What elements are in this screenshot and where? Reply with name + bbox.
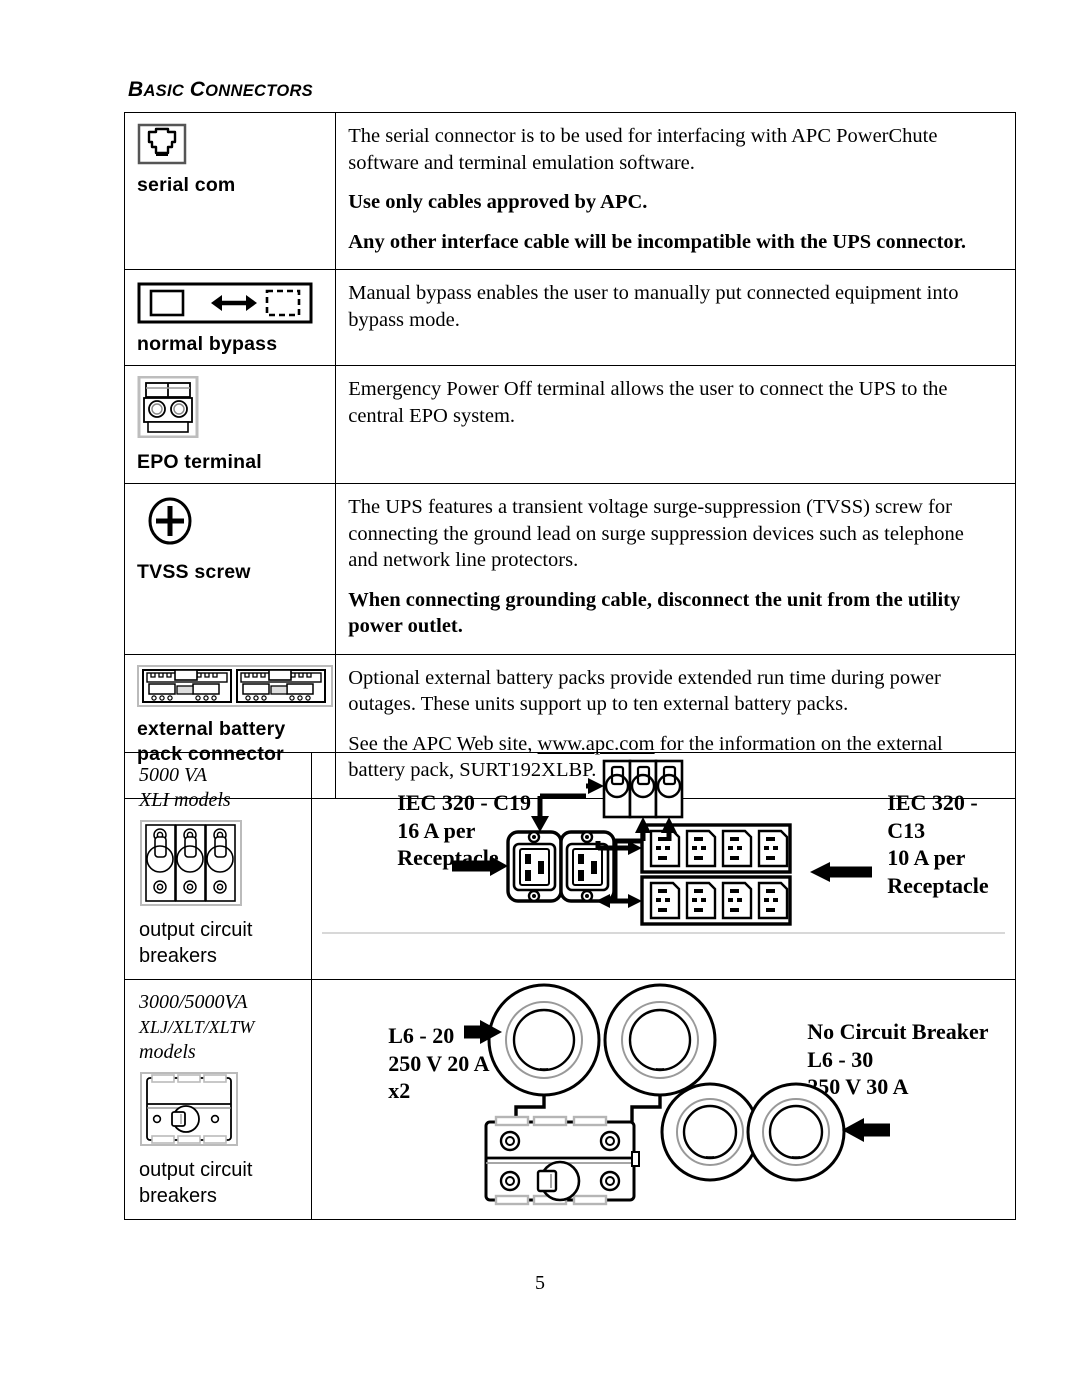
xli-output-diagram	[322, 759, 1006, 934]
model-cell: 3000/5000VA XLJ/XLT/XLTW models output c…	[123, 979, 313, 1220]
table-row: normal bypass Manual bypass enables the …	[123, 269, 1016, 366]
connector-label: serial com	[137, 174, 236, 196]
epo-terminal-icon	[137, 376, 335, 438]
description-paragraph-bold: Any other interface cable will be incomp…	[348, 230, 967, 253]
model-line: XLJ/XLT/XLTW	[139, 1017, 255, 1037]
l6-20-outlet-pair	[487, 983, 717, 1097]
description-paragraph: Manual bypass enables the user to manual…	[348, 282, 959, 331]
diagram-cell: L6 - 20 250 V 20 A x2 No Circuit Breaker…	[311, 979, 1016, 1220]
description-paragraph: The UPS features a transient voltage sur…	[348, 496, 964, 571]
tvss-screw-icon	[147, 496, 335, 546]
model-line: models	[139, 1041, 196, 1063]
connector-label: normal bypass	[137, 333, 278, 355]
table-row: 5000 VA XLI models output circuit breake…	[123, 752, 1016, 980]
document-page: BASIC CONNECTORS serial com The serial c…	[0, 0, 1080, 1388]
icon-cell: TVSS screw	[123, 483, 337, 655]
breaker-block	[602, 759, 684, 819]
diagram-cell: IEC 320 - C19 16 A per Receptacle IEC 32…	[311, 752, 1016, 980]
page-title-text: BASIC CONNECTORS	[128, 78, 313, 101]
serial-com-icon	[137, 123, 335, 165]
receptacle-diagram-table: 5000 VA XLI models output circuit breake…	[123, 752, 1016, 1220]
breaker-box	[484, 1115, 641, 1206]
description-cell: Manual bypass enables the user to manual…	[335, 269, 1016, 366]
description-cell: The serial connector is to be used for i…	[335, 112, 1016, 270]
table-row: TVSS screw The UPS features a transient …	[123, 483, 1016, 655]
l6-30-outlet-pair	[660, 1082, 846, 1182]
description-cell: Emergency Power Off terminal allows the …	[335, 365, 1016, 484]
page-number: 5	[535, 1272, 545, 1294]
description-paragraph-bold: When connecting grounding cable, disconn…	[348, 588, 961, 638]
output-circuit-breaker-single-icon	[139, 1071, 305, 1147]
breaker-caption: output circuit breakers	[139, 919, 253, 967]
description-cell: The UPS features a transient voltage sur…	[335, 483, 1016, 655]
icon-cell: serial com	[123, 112, 337, 270]
c13-receptacle-bank-bottom	[640, 875, 792, 926]
basic-connectors-table: serial com The serial connector is to be…	[123, 112, 1016, 799]
connector-label: EPO terminal	[137, 451, 262, 473]
table-row: serial com The serial connector is to be…	[123, 112, 1016, 270]
description-paragraph-bold: Use only cables approved by APC.	[348, 191, 648, 213]
xlj-xlt-output-diagram	[464, 983, 891, 1206]
page-title: BASIC CONNECTORS	[128, 78, 313, 102]
description-paragraph: The serial connector is to be used for i…	[348, 125, 938, 174]
normal-bypass-icon	[137, 282, 335, 324]
model-line: 3000/5000VA	[139, 991, 248, 1013]
table-row: 3000/5000VA XLJ/XLT/XLTW models output c…	[123, 979, 1016, 1220]
output-circuit-breakers-icon	[139, 819, 305, 907]
icon-cell: normal bypass	[123, 269, 337, 366]
external-battery-pack-connector-icon	[137, 664, 335, 707]
connector-label: TVSS screw	[137, 561, 251, 583]
table-row: EPO terminal Emergency Power Off termina…	[123, 365, 1016, 484]
description-paragraph: Optional external battery packs provide …	[348, 666, 941, 716]
breaker-caption: output circuit breakers	[139, 1159, 253, 1207]
icon-cell: EPO terminal	[123, 365, 337, 484]
model-line: 5000 VA	[139, 764, 207, 786]
description-paragraph: Emergency Power Off terminal allows the …	[348, 378, 948, 427]
model-line: XLI models	[139, 789, 231, 811]
model-cell: 5000 VA XLI models output circuit breake…	[123, 752, 313, 980]
